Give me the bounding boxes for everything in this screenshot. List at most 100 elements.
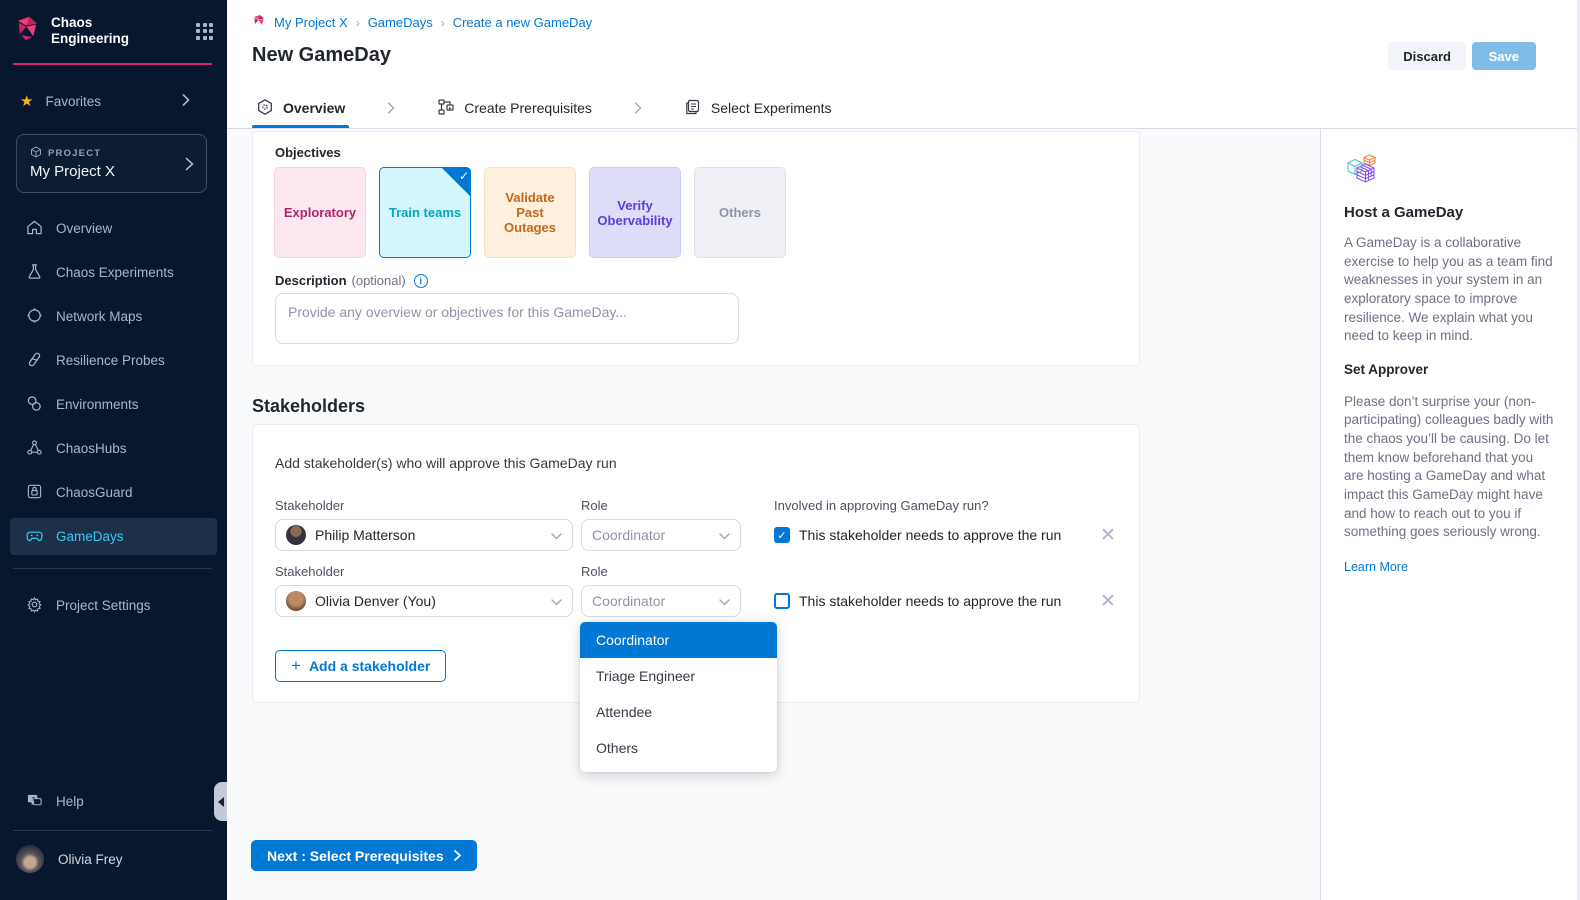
cube-icon (30, 146, 42, 161)
selected-check-badge: ✓ (441, 167, 471, 197)
sidebar-item-gamedays[interactable]: GameDays (10, 518, 217, 555)
chevron-down-icon (719, 527, 730, 543)
sidebar-item-network-maps[interactable]: Network Maps (10, 298, 217, 335)
stakeholder-select-value: Philip Matterson (315, 527, 415, 543)
nav-label: Project Settings (56, 598, 151, 613)
sidebar-item-chaos-experiments[interactable]: Chaos Experiments (10, 254, 217, 291)
brand-divider (13, 63, 212, 65)
help-subheading: Set Approver (1344, 362, 1556, 377)
tab-create-prerequisites[interactable]: Create Prerequisites (433, 88, 596, 128)
approve-checkbox-1[interactable]: ✓ (774, 527, 790, 543)
breadcrumb-current[interactable]: Create a new GameDay (453, 15, 592, 30)
help-body-text: Please don’t surprise your (non-particip… (1344, 393, 1556, 542)
nodes-icon (26, 439, 43, 459)
role-option-others[interactable]: Others (580, 730, 777, 766)
help-intro-text: A GameDay is a collaborative exercise to… (1344, 234, 1556, 346)
sidebar-item-resilience-probes[interactable]: Resilience Probes (10, 342, 217, 379)
approve-row-1: ✓ This stakeholder needs to approve the … (774, 527, 1061, 543)
role-option-coordinator[interactable]: Coordinator (580, 622, 777, 658)
nav-label: GameDays (56, 529, 124, 544)
radar-circle-icon (26, 307, 43, 327)
stakeholder-column-label: Stakeholder (275, 498, 344, 513)
objective-card-others[interactable]: Others (694, 167, 786, 258)
objective-card-verify-observability[interactable]: Verify Obervability (589, 167, 681, 258)
plus-icon: + (291, 656, 301, 676)
flask-icon (26, 263, 43, 283)
role-select-1[interactable]: Coordinator (581, 519, 741, 551)
user-menu[interactable]: Olivia Frey (16, 845, 212, 873)
app-title: Chaos Engineering (51, 15, 161, 47)
lock-icon (26, 483, 43, 503)
role-column-label: Role (581, 498, 608, 513)
remove-stakeholder-1-icon[interactable]: ✕ (1100, 526, 1116, 545)
sidebar-item-environments[interactable]: Environments (10, 386, 217, 423)
role-select-value: Coordinator (592, 527, 665, 543)
tab-label: Overview (283, 100, 345, 116)
sidebar-item-help[interactable]: ? Help (10, 783, 217, 820)
project-selector[interactable]: PROJECT My Project X (16, 134, 207, 193)
tab-label: Create Prerequisites (464, 100, 592, 116)
breadcrumb-gamedays[interactable]: GameDays (368, 15, 433, 30)
objective-card-label: Verify Obervability (596, 198, 674, 228)
role-option-triage-engineer[interactable]: Triage Engineer (580, 658, 777, 694)
chevron-right-icon (454, 848, 461, 864)
objective-card-train-teams[interactable]: ✓ Train teams (379, 167, 471, 258)
sidebar-item-project-settings[interactable]: Project Settings (10, 587, 217, 624)
sidebar-item-chaoshubs[interactable]: ChaosHubs (10, 430, 217, 467)
objective-card-exploratory[interactable]: Exploratory (274, 167, 366, 258)
chevron-right-icon (182, 94, 190, 109)
objective-card-label: Exploratory (284, 205, 356, 220)
logo-row: Chaos Engineering (14, 15, 213, 47)
chevron-down-icon (719, 593, 730, 609)
sidebar-divider (13, 568, 212, 569)
next-select-prerequisites-button[interactable]: Next : Select Prerequisites (251, 840, 477, 871)
description-input[interactable] (275, 293, 739, 344)
user-name: Olivia Frey (58, 852, 123, 867)
nav-label: Overview (56, 221, 112, 236)
main-area: My Project X › GameDays › Create a new G… (227, 0, 1580, 900)
stakeholders-intro: Add stakeholder(s) who will approve this… (275, 455, 617, 471)
help-panel: Host a GameDay A GameDay is a collaborat… (1320, 129, 1580, 900)
chevron-down-icon (551, 593, 562, 609)
prerequisites-tab-icon (437, 98, 455, 119)
involved-column-label: Involved in approving GameDay run? (774, 498, 989, 513)
info-icon[interactable]: i (414, 274, 428, 288)
remove-stakeholder-2-icon[interactable]: ✕ (1100, 592, 1116, 611)
stakeholder-select-1[interactable]: Philip Matterson (275, 519, 573, 551)
nav-label: Chaos Experiments (56, 265, 174, 280)
add-stakeholder-button[interactable]: + Add a stakeholder (275, 650, 446, 682)
chevron-sep-icon: › (356, 16, 360, 30)
wizard-tabs: Overview Create Prerequisites Select Exp… (227, 88, 1580, 129)
app-switcher-icon[interactable] (196, 23, 213, 40)
stakeholders-heading: Stakeholders (252, 396, 365, 417)
nav-label: Network Maps (56, 309, 142, 324)
role-select-value: Coordinator (592, 593, 665, 609)
tab-overview[interactable]: Overview (252, 88, 349, 128)
page-title: New GameDay (252, 44, 391, 67)
cubes-icon (1344, 151, 1556, 192)
chevron-right-icon (596, 88, 680, 128)
discard-button[interactable]: Discard (1388, 42, 1466, 70)
approve-checkbox-label: This stakeholder needs to approve the ru… (799, 527, 1061, 543)
breadcrumb-project[interactable]: My Project X (274, 15, 348, 30)
nav-label: Help (56, 794, 84, 809)
check-icon: ✓ (459, 169, 469, 183)
learn-more-link[interactable]: Learn More (1344, 560, 1408, 574)
tab-label: Select Experiments (711, 100, 832, 116)
sidebar-item-overview[interactable]: Overview (10, 210, 217, 247)
role-option-attendee[interactable]: Attendee (580, 694, 777, 730)
objective-card-validate-past-outages[interactable]: Validate Past Outages (484, 167, 576, 258)
approve-checkbox-2[interactable] (774, 593, 790, 609)
save-button[interactable]: Save (1472, 42, 1536, 70)
sidebar-collapse-handle[interactable] (214, 782, 227, 821)
sidebar-item-favorites[interactable]: ★ Favorites (20, 91, 212, 111)
approve-row-2: This stakeholder needs to approve the ru… (774, 593, 1061, 609)
sidebar-item-chaosguard[interactable]: ChaosGuard (10, 474, 217, 511)
chevron-right-icon (349, 88, 433, 128)
stakeholder-select-2[interactable]: Olivia Denver (You) (275, 585, 573, 617)
objectives-panel: Objectives Exploratory ✓ Train teams Val… (252, 131, 1140, 366)
objectives-label: Objectives (275, 145, 341, 160)
role-dropdown-menu: Coordinator Triage Engineer Attendee Oth… (580, 622, 777, 772)
tab-select-experiments[interactable]: Select Experiments (680, 88, 836, 128)
role-select-2[interactable]: Coordinator (581, 585, 741, 617)
